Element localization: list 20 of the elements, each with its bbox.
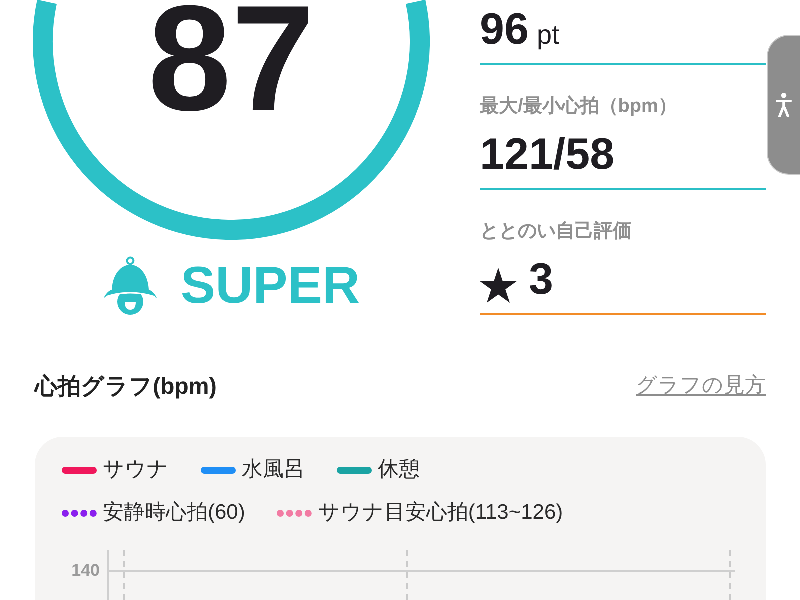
stat-label: 最大/最小心拍（bpm） [480,95,678,119]
hat-character-icon [102,256,158,316]
legend-label: 休憩 [378,457,420,483]
score-number: 87 [148,3,315,113]
stat-unit: pt [536,19,560,52]
rank-label: SUPER [180,256,360,316]
legend-label: サウナ [103,457,169,483]
stat-value: 121/58 [480,130,615,180]
stat-value: 3 [529,255,554,305]
legend-label: 水風呂 [242,457,305,483]
person-icon [776,93,792,117]
y-axis-label: 140 [72,561,100,581]
star-icon [480,268,517,303]
section-title: 心拍グラフ(bpm) [35,372,217,401]
legend-label: 安静時心拍(60) [103,500,246,526]
legend-label: サウナ目安心拍(113~126) [318,500,564,526]
graph-guide-link[interactable]: グラフの見方 [636,372,766,400]
stat-value: 96 [480,5,529,55]
accessibility-button[interactable] [767,35,800,175]
stat-label: ととのい自己評価 [480,220,633,244]
